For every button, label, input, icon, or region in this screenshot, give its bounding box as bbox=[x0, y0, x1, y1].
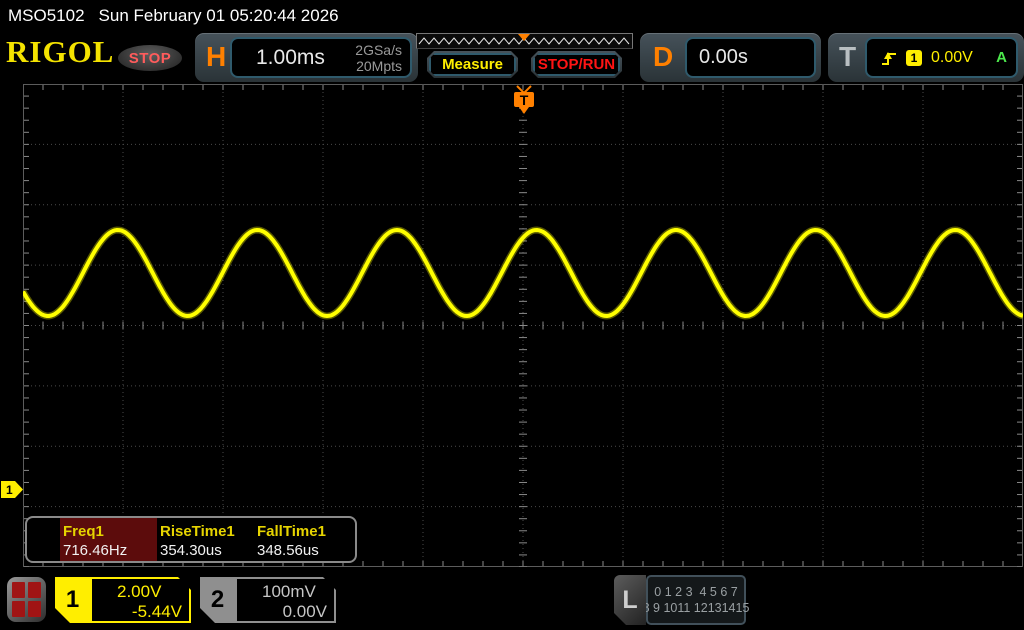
logic-analyzer-tab[interactable]: L bbox=[614, 575, 646, 625]
measurement-item-freq[interactable]: Freq1 716.46Hz bbox=[60, 518, 157, 561]
memory-zigzag-icon bbox=[418, 34, 630, 45]
toolbar: RIGOL STOP H 1.00ms 2GSa/s 20Mpts Measur… bbox=[0, 30, 1024, 84]
measurement-item-risetime[interactable]: RiseTime1 354.30us bbox=[157, 518, 254, 561]
digital-channels-row2: 8 9 1011 12131415 bbox=[642, 601, 750, 615]
delay-box[interactable]: 0.00s bbox=[685, 37, 816, 78]
channel-2-tab[interactable]: 2 bbox=[200, 577, 235, 623]
horizontal-settings-block[interactable]: H 1.00ms 2GSa/s 20Mpts bbox=[195, 33, 418, 82]
datetime: Sun February 01 05:20:44 2026 bbox=[98, 6, 339, 25]
channel-2-offset: 0.00V bbox=[282, 602, 327, 621]
memory-depth: 20Mpts bbox=[356, 57, 402, 74]
trigger-mode: A bbox=[996, 49, 1007, 66]
timebase-box[interactable]: 1.00ms 2GSa/s 20Mpts bbox=[230, 37, 412, 78]
grid-lines bbox=[23, 84, 1023, 568]
trigger-box[interactable]: 1 0.00V A bbox=[865, 37, 1018, 78]
digital-channels-row1: 0 1 2 3 4 5 6 7 bbox=[654, 585, 738, 599]
rigol-logo: RIGOL bbox=[6, 34, 115, 69]
digital-channels-panel[interactable]: 0 1 2 3 4 5 6 7 8 9 1011 12131415 bbox=[643, 575, 749, 625]
trigger-label: T bbox=[839, 41, 857, 72]
measurement-panel[interactable]: Freq1 716.46Hz RiseTime1 354.30us FallTi… bbox=[25, 516, 357, 563]
sample-rate: 2GSa/s bbox=[355, 41, 402, 58]
stop-run-button[interactable]: STOP/RUN bbox=[531, 51, 622, 78]
trigger-level-value: 0.00V bbox=[931, 48, 973, 66]
channel-2-info[interactable]: 100mV 0.00V bbox=[235, 577, 336, 623]
logic-analyzer-block[interactable]: L 0 1 2 3 4 5 6 7 8 9 1011 12131415 bbox=[614, 575, 749, 625]
run-state-badge: STOP bbox=[118, 45, 182, 71]
channel-2-scale: 100mV bbox=[262, 582, 316, 601]
trigger-source-badge: 1 bbox=[906, 49, 922, 66]
trigger-settings-block[interactable]: T 1 0.00V A bbox=[828, 33, 1024, 82]
svg-text:T: T bbox=[520, 92, 529, 108]
graticule: T bbox=[19, 84, 1024, 568]
channel-1-offset: -5.44V bbox=[131, 602, 182, 621]
model-name: MSO5102 bbox=[8, 6, 85, 25]
waveform-memory-bar[interactable] bbox=[416, 33, 633, 49]
rising-edge-icon bbox=[882, 51, 896, 65]
svg-text:1: 1 bbox=[6, 483, 13, 497]
measure-button[interactable]: Measure bbox=[427, 51, 518, 78]
measurement-item-falltime[interactable]: FallTime1 348.56us bbox=[254, 518, 351, 561]
delay-value: 0.00s bbox=[699, 46, 748, 68]
memory-position-icon[interactable] bbox=[518, 34, 530, 41]
menu-grid-icon[interactable] bbox=[7, 577, 46, 622]
channel-1-scale: 2.00V bbox=[117, 582, 162, 601]
horizontal-label: H bbox=[206, 41, 227, 72]
title-bar: MSO5102 Sun February 01 05:20:44 2026 bbox=[8, 4, 339, 28]
bottom-bar: 1 2.00V -5.44V 2 100mV 0.00V L 0 1 2 3 4… bbox=[0, 570, 1024, 630]
waveform-display: T bbox=[19, 84, 1024, 568]
delay-settings-block[interactable]: D 0.00s bbox=[640, 33, 821, 82]
trigger-position-icon[interactable]: T bbox=[514, 85, 534, 114]
channel-2-block[interactable]: 2 100mV 0.00V bbox=[200, 577, 336, 623]
channel-1-info[interactable]: 2.00V -5.44V bbox=[90, 577, 191, 623]
oscilloscope-screen: MSO5102 Sun February 01 05:20:44 2026 RI… bbox=[0, 0, 1024, 630]
delay-label: D bbox=[653, 41, 674, 72]
acquisition-rates: 2GSa/s 20Mpts bbox=[355, 42, 402, 74]
timebase-value: 1.00ms bbox=[256, 45, 325, 69]
ch1-position-icon[interactable]: 1 bbox=[1, 481, 24, 499]
channel-1-block[interactable]: 1 2.00V -5.44V bbox=[55, 577, 191, 623]
channel-1-tab[interactable]: 1 bbox=[55, 577, 90, 623]
